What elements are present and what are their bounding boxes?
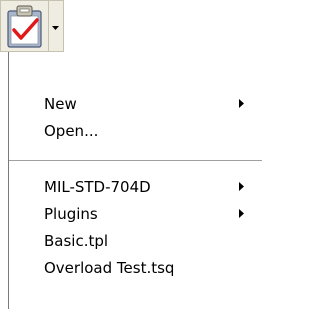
dropdown-menu: New Open... MIL-STD-704D Plugins Basic.t… <box>0 52 262 309</box>
submenu-arrow-icon <box>239 99 244 108</box>
menu-item-mil-std-704d[interactable]: MIL-STD-704D <box>9 174 262 201</box>
menu-item-label: Plugins <box>44 205 98 223</box>
menu-item-new[interactable]: New <box>9 91 262 118</box>
submenu-arrow-icon <box>239 209 244 218</box>
submenu-arrow-icon <box>239 182 244 191</box>
menu-item-label: Open... <box>44 122 99 140</box>
menu-item-label: Basic.tpl <box>44 232 109 250</box>
dropdown-arrow-icon <box>52 26 59 30</box>
menu-item-label: Overload Test.tsq <box>44 259 175 277</box>
dropdown-button[interactable] <box>49 0 64 52</box>
menu-item-label: MIL-STD-704D <box>44 178 151 196</box>
clipboard-checkmark-icon <box>7 5 42 48</box>
menu-item-open[interactable]: Open... <box>9 118 262 145</box>
menu-item-overload-test-tsq[interactable]: Overload Test.tsq <box>9 255 262 282</box>
menu-item-plugins[interactable]: Plugins <box>9 201 262 228</box>
test-button[interactable] <box>0 0 49 52</box>
menu-separator <box>9 160 262 161</box>
menu-item-basic-tpl[interactable]: Basic.tpl <box>9 228 262 255</box>
menu-item-label: New <box>44 95 77 113</box>
